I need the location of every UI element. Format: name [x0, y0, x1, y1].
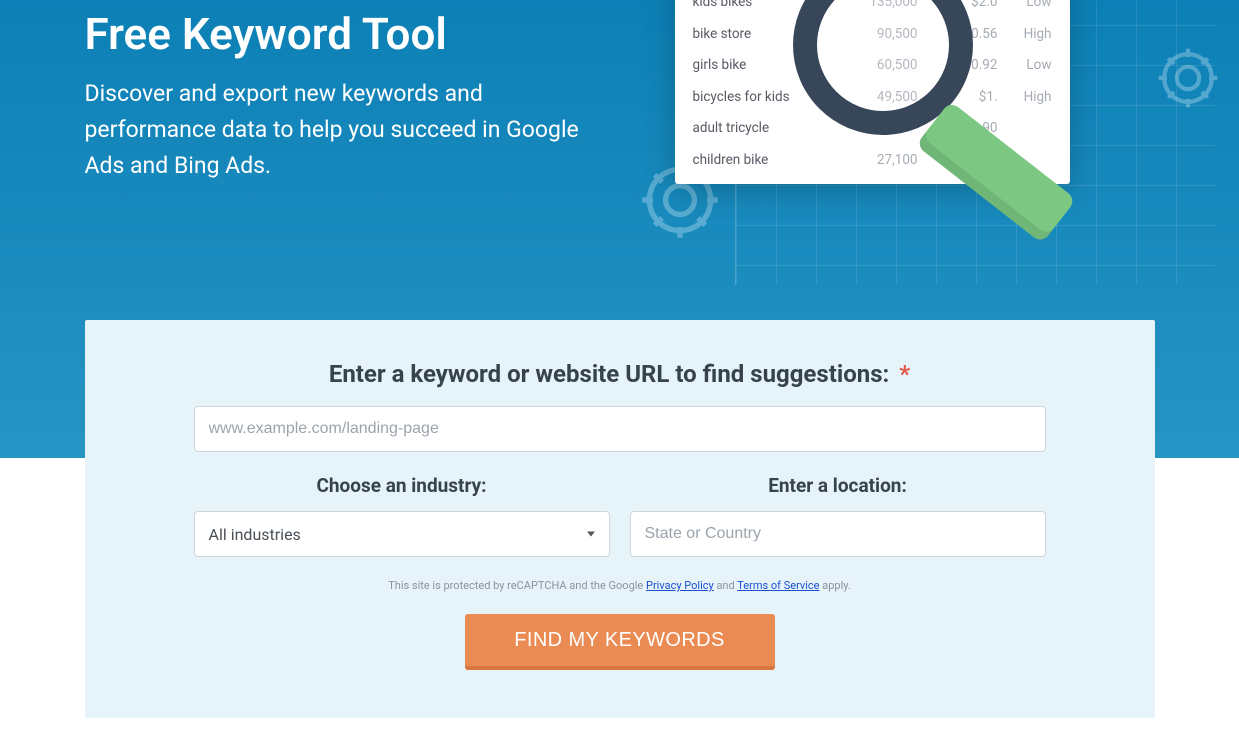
sample-keyword: kids bikes: [693, 0, 843, 10]
table-row: kids bikes 135,000 $2.0 Low: [693, 0, 1052, 18]
sample-comp: High: [998, 89, 1052, 105]
sample-keyword: adult tricycle: [693, 120, 843, 136]
keyword-url-input[interactable]: [194, 406, 1046, 452]
sample-comp: Low: [998, 0, 1052, 10]
recaptcha-notice: This site is protected by reCAPTCHA and …: [165, 579, 1075, 592]
sample-cpc: $0.92: [928, 57, 998, 73]
gear-icon: [1153, 43, 1223, 113]
sample-volume: 135,000: [843, 0, 918, 10]
sample-comp: Low: [998, 57, 1052, 73]
industry-label: Choose an industry:: [194, 474, 610, 497]
table-row: bicycles for kids 49,500 $1. High: [693, 81, 1052, 113]
industry-selected-value: All industries: [209, 525, 301, 544]
required-indicator: *: [899, 360, 910, 388]
table-row: bike store 90,500 $0.56 High: [693, 18, 1052, 50]
sample-volume: 49,500: [843, 89, 918, 105]
page-description: Discover and export new keywords and per…: [85, 76, 605, 183]
sample-volume: 27,100: [843, 152, 918, 168]
recaptcha-suffix: apply.: [820, 579, 851, 592]
location-label: Enter a location:: [630, 474, 1046, 497]
table-row: girls bike 60,500 $0.92 Low: [693, 50, 1052, 82]
sample-keyword: children bike: [693, 152, 843, 168]
page-title: Free Keyword Tool: [85, 10, 605, 58]
search-form-card: Enter a keyword or website URL to find s…: [85, 320, 1155, 718]
recaptcha-prefix: This site is protected by reCAPTCHA and …: [388, 579, 646, 592]
sample-keyword: bike store: [693, 26, 843, 42]
sample-volume: 90,500: [843, 26, 918, 42]
recaptcha-and: and: [714, 579, 738, 592]
keyword-sample-card: bike race Low kids bikes 135,000 $2.0 Lo…: [675, 0, 1070, 184]
sample-cpc: $2.58: [928, 152, 998, 168]
sample-cpc: $1.: [928, 89, 998, 105]
sample-volume: 60,500: [843, 57, 918, 73]
industry-select[interactable]: All industries: [194, 511, 610, 557]
sample-comp: High: [998, 26, 1052, 42]
table-row: children bike 27,100 $2.58: [693, 144, 1052, 176]
sample-cpc: $2.0: [928, 0, 998, 10]
find-keywords-button[interactable]: FIND MY KEYWORDS: [465, 614, 775, 670]
chevron-down-icon: [587, 532, 595, 537]
form-prompt-text: Enter a keyword or website URL to find s…: [329, 360, 889, 388]
terms-of-service-link[interactable]: Terms of Service: [737, 579, 819, 592]
form-prompt: Enter a keyword or website URL to find s…: [165, 360, 1075, 388]
table-row: adult tricycle .90: [693, 113, 1052, 145]
sample-cpc: $0.56: [928, 26, 998, 42]
sample-keyword: girls bike: [693, 57, 843, 73]
privacy-policy-link[interactable]: Privacy Policy: [646, 579, 714, 592]
sample-keyword: bicycles for kids: [693, 89, 843, 105]
sample-cpc: .90: [928, 120, 998, 136]
hero-illustration: bike race Low kids bikes 135,000 $2.0 Lo…: [675, 0, 1185, 275]
location-input[interactable]: [630, 511, 1046, 557]
